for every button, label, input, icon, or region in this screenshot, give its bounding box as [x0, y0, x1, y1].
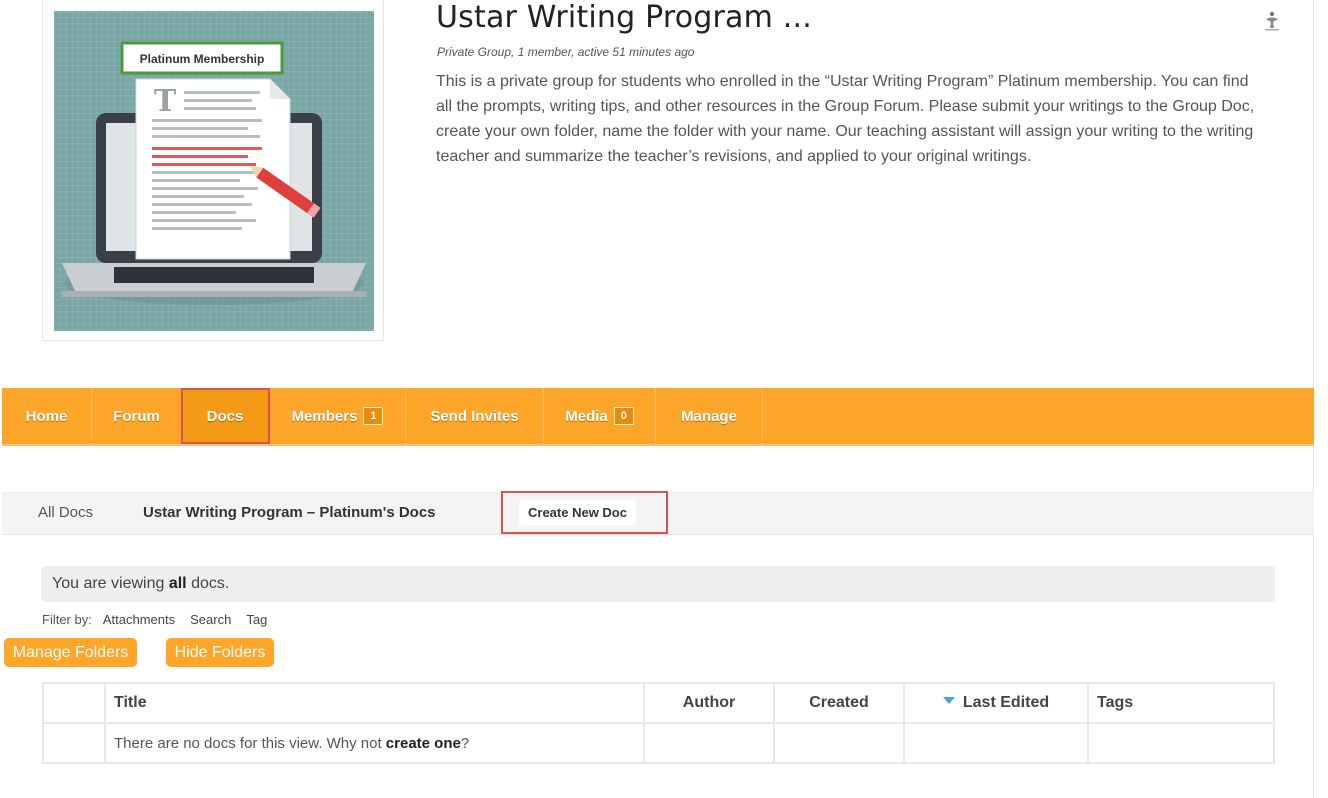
- nav-members-label: Members: [291, 407, 358, 425]
- membership-label: Platinum Membership: [140, 52, 265, 66]
- all-docs-link[interactable]: All Docs: [38, 504, 93, 521]
- site-logo-icon[interactable]: [1262, 10, 1282, 32]
- sort-desc-icon: [942, 697, 955, 704]
- nav-send-invites-label: Send Invites: [430, 407, 519, 425]
- create-new-doc-button[interactable]: Create New Doc: [519, 500, 636, 525]
- manage-folders-button[interactable]: Manage Folders: [4, 638, 137, 667]
- group-title: Ustar Writing Program ...: [436, 0, 813, 35]
- nav-media[interactable]: Media 0: [544, 388, 656, 444]
- hide-folders-button[interactable]: Hide Folders: [166, 638, 274, 667]
- notice-emphasis: all: [168, 575, 187, 592]
- last-edited-label: Last Edited: [962, 694, 1050, 711]
- media-count-badge: 0: [613, 407, 634, 425]
- table-header-author[interactable]: Author: [643, 682, 775, 724]
- empty-docs-message: There are no docs for this view. Why not…: [104, 722, 645, 764]
- nav-manage[interactable]: Manage: [656, 388, 763, 444]
- table-header-last-edited[interactable]: Last Edited: [903, 682, 1089, 724]
- table-cell-author: [643, 722, 775, 764]
- table-cell-last-edited: [903, 722, 1089, 764]
- nav-send-invites[interactable]: Send Invites: [406, 388, 544, 444]
- table-cell-created: [773, 722, 905, 764]
- filter-label: Filter by:: [42, 612, 92, 627]
- members-count-badge: 1: [363, 407, 384, 425]
- empty-prefix: There are no docs for this view. Why not: [114, 734, 386, 752]
- table-cell-tags: [1087, 722, 1275, 764]
- tags-label: Tags: [1097, 694, 1134, 711]
- table-header-select: [42, 682, 106, 724]
- docs-table: Title Author Created Last Edited Tags Th…: [42, 682, 1275, 764]
- filter-search[interactable]: Search: [190, 612, 231, 627]
- table-header-title[interactable]: Title: [104, 682, 645, 724]
- group-nav-bar: Home Forum Docs Members 1 Send Invites M…: [2, 388, 1314, 446]
- svg-text:T: T: [154, 84, 177, 119]
- nav-docs[interactable]: Docs: [181, 388, 270, 444]
- notice-prefix: You are viewing: [52, 575, 169, 592]
- laptop-document-illustration: T Platinum Membership: [62, 41, 366, 305]
- table-header-row: Title Author Created Last Edited Tags: [42, 682, 1275, 724]
- nav-manage-label: Manage: [681, 407, 737, 425]
- empty-suffix: ?: [460, 734, 470, 752]
- nav-home[interactable]: Home: [2, 388, 92, 444]
- table-header-tags: Tags: [1087, 682, 1275, 724]
- group-docs-link[interactable]: Ustar Writing Program – Platinum's Docs: [143, 504, 436, 521]
- filter-attachments[interactable]: Attachments: [103, 612, 175, 627]
- table-header-created[interactable]: Created: [773, 682, 905, 724]
- nav-forum-label: Forum: [113, 407, 160, 425]
- nav-forum[interactable]: Forum: [92, 388, 182, 444]
- table-row: There are no docs for this view. Why not…: [42, 722, 1275, 764]
- nav-docs-label: Docs: [206, 407, 244, 425]
- group-avatar[interactable]: T Platinum Membership: [54, 11, 374, 331]
- filter-row: Filter by: Attachments Search Tag: [42, 612, 282, 627]
- notice-suffix: docs.: [186, 575, 230, 592]
- nav-home-label: Home: [25, 407, 68, 425]
- viewing-notice: You are viewing all docs.: [41, 566, 1275, 602]
- group-avatar-frame: T Platinum Membership: [42, 0, 384, 341]
- table-cell-select: [42, 722, 106, 764]
- nav-media-label: Media: [565, 407, 608, 425]
- group-meta: Private Group, 1 member, active 51 minut…: [437, 45, 695, 59]
- filter-tag[interactable]: Tag: [246, 612, 267, 627]
- create-one-link[interactable]: create one: [386, 735, 461, 752]
- group-description: This is a private group for students who…: [436, 73, 1255, 165]
- nav-members[interactable]: Members 1: [270, 388, 406, 444]
